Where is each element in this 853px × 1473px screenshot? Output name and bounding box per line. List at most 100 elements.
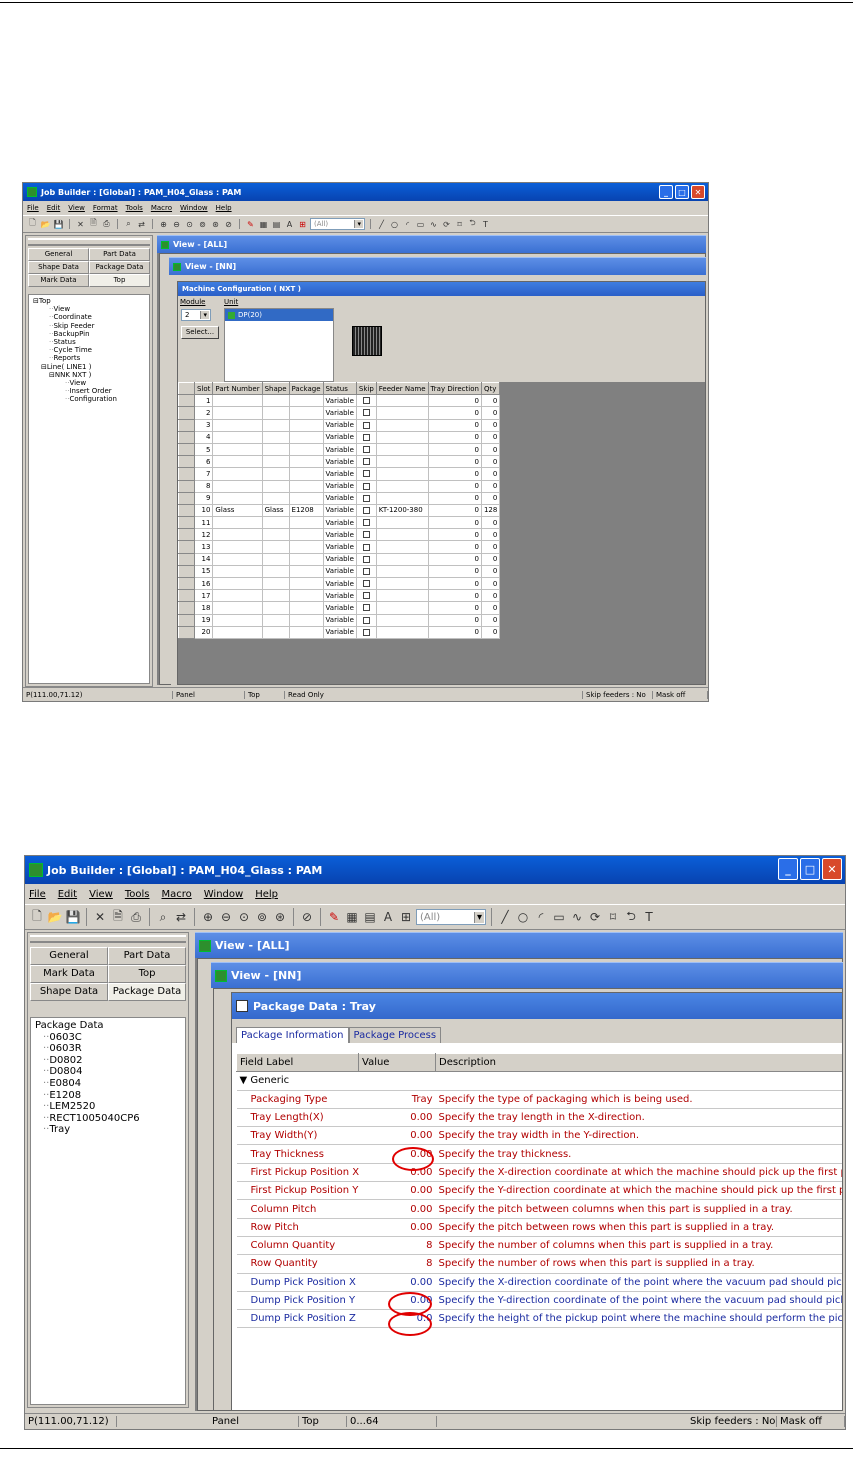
row-header[interactable] bbox=[178, 540, 195, 554]
column-header-feeder-name[interactable]: Feeder Name bbox=[375, 381, 429, 396]
skip-cell[interactable] bbox=[355, 491, 377, 505]
skip-checkbox[interactable] bbox=[362, 470, 370, 478]
qty-cell[interactable]: 0 bbox=[480, 418, 501, 432]
column-header-qty[interactable]: Qty bbox=[480, 381, 501, 396]
zoom-window-icon[interactable]: ⊚ bbox=[197, 218, 208, 230]
skip-checkbox[interactable] bbox=[362, 421, 370, 429]
row-header[interactable] bbox=[178, 589, 195, 603]
skip-cell[interactable] bbox=[355, 516, 377, 530]
package-cell[interactable] bbox=[288, 564, 324, 579]
feeder-name-cell[interactable] bbox=[375, 613, 429, 627]
value-cell[interactable]: 0.00 bbox=[358, 1108, 436, 1128]
shape-cell[interactable] bbox=[261, 479, 290, 493]
skip-checkbox[interactable] bbox=[362, 446, 370, 454]
frame-tool-icon[interactable]: ⌑ bbox=[454, 218, 465, 230]
qty-cell[interactable]: 0 bbox=[480, 467, 501, 481]
tree-node[interactable]: ··0603C bbox=[33, 1032, 183, 1044]
text-tool-icon[interactable]: T bbox=[480, 218, 491, 230]
skip-checkbox[interactable] bbox=[362, 409, 370, 417]
new-file-icon[interactable]: 🗋 bbox=[27, 218, 38, 230]
row-header[interactable] bbox=[178, 418, 195, 432]
part-number-cell[interactable] bbox=[212, 625, 263, 639]
menu-window[interactable]: Window bbox=[180, 204, 208, 212]
tray-direction-cell[interactable]: 0 bbox=[427, 406, 482, 420]
status-cell[interactable]: Variable bbox=[322, 491, 357, 505]
tab-general[interactable]: General bbox=[30, 947, 108, 965]
curve-tool-icon[interactable]: ∿ bbox=[569, 908, 585, 926]
package-cell[interactable] bbox=[288, 394, 324, 408]
table-row[interactable]: 5 Variable 0 0 bbox=[178, 442, 501, 457]
table-row[interactable]: 18 Variable 0 0 bbox=[178, 601, 501, 615]
tree-node[interactable]: ··Reports bbox=[31, 354, 147, 362]
skip-checkbox[interactable] bbox=[362, 433, 370, 441]
frame-tool-icon[interactable]: ⌑ bbox=[605, 908, 621, 926]
unit-list[interactable]: DP(20) bbox=[224, 308, 334, 382]
tree-node[interactable]: ··Skip Feeder bbox=[31, 322, 147, 330]
delete-icon[interactable]: ✕ bbox=[75, 218, 86, 230]
row-header[interactable] bbox=[178, 625, 195, 639]
shape-cell[interactable] bbox=[261, 528, 290, 542]
tree-node[interactable]: ⊟Line( LINE1 ) bbox=[31, 363, 147, 371]
tab-mark-data[interactable]: Mark Data bbox=[30, 965, 108, 983]
part-number-cell[interactable] bbox=[212, 467, 263, 481]
table-row[interactable]: Row Pitch 0.00 Specify the pitch between r… bbox=[236, 1218, 842, 1237]
package-cell[interactable] bbox=[288, 442, 324, 457]
slot-cell[interactable]: 20 bbox=[193, 625, 214, 639]
menu-format[interactable]: Format bbox=[93, 204, 118, 212]
minimize-icon[interactable]: _ bbox=[778, 858, 798, 880]
status-cell[interactable]: Variable bbox=[322, 516, 357, 530]
table-row[interactable]: 7 Variable 0 0 bbox=[178, 467, 501, 481]
table-row[interactable]: 8 Variable 0 0 bbox=[178, 479, 501, 493]
table-row[interactable]: First Pickup Position X 0.00 Specify the X… bbox=[236, 1163, 842, 1183]
status-cell[interactable]: Variable bbox=[322, 601, 357, 615]
row-header[interactable] bbox=[178, 406, 195, 420]
part-number-cell[interactable] bbox=[212, 613, 263, 627]
slot-cell[interactable]: 16 bbox=[193, 576, 214, 591]
tree-node[interactable]: ··LEM2520 bbox=[33, 1101, 183, 1113]
shape-cell[interactable] bbox=[261, 418, 290, 432]
rectangle-tool-icon[interactable]: ▭ bbox=[415, 218, 426, 230]
line-tool-icon[interactable]: ╱ bbox=[497, 908, 513, 926]
skip-checkbox[interactable] bbox=[362, 628, 370, 636]
table-row[interactable]: 13 Variable 0 0 bbox=[178, 540, 501, 554]
tray-direction-cell[interactable]: 0 bbox=[427, 442, 482, 457]
qty-cell[interactable]: 0 bbox=[480, 540, 501, 554]
tab-top[interactable]: Top bbox=[89, 274, 150, 287]
part-number-cell[interactable] bbox=[212, 394, 263, 408]
column-header-description[interactable]: Description bbox=[435, 1053, 842, 1073]
column-header-skip[interactable]: Skip bbox=[355, 381, 377, 396]
skip-checkbox[interactable] bbox=[362, 580, 370, 588]
package-data-titlebar[interactable]: Package Data : Tray bbox=[232, 993, 842, 1019]
table-row[interactable]: 9 Variable 0 0 bbox=[178, 491, 501, 505]
shape-cell[interactable] bbox=[261, 625, 290, 639]
row-header[interactable] bbox=[178, 394, 195, 408]
tray-direction-cell[interactable]: 0 bbox=[427, 576, 482, 591]
layer-filter-select[interactable]: (All) ▾ bbox=[310, 218, 365, 230]
tree-node[interactable]: ··View bbox=[31, 379, 147, 387]
slot-cell[interactable]: 12 bbox=[193, 528, 214, 542]
rotate-tool-icon[interactable]: ⟳ bbox=[587, 908, 603, 926]
feeder-name-cell[interactable] bbox=[375, 430, 429, 444]
maximize-icon[interactable]: □ bbox=[800, 858, 820, 880]
tray-direction-cell[interactable]: 0 bbox=[427, 552, 482, 566]
tray-direction-cell[interactable]: 0 bbox=[427, 503, 482, 518]
zoom-window-icon[interactable]: ⊚ bbox=[254, 908, 270, 926]
status-cell[interactable]: Variable bbox=[322, 442, 357, 457]
tray-direction-cell[interactable]: 0 bbox=[427, 430, 482, 444]
module-select[interactable]: 2 ▾ bbox=[181, 309, 211, 321]
pin-icon[interactable]: ✎ bbox=[245, 218, 256, 230]
table-row[interactable]: Packaging Type Tray Specify the type of pa… bbox=[236, 1090, 842, 1109]
part-number-cell[interactable] bbox=[212, 552, 263, 566]
slot-cell[interactable]: 11 bbox=[193, 516, 214, 530]
shape-cell[interactable] bbox=[261, 589, 290, 603]
slot-cell[interactable]: 5 bbox=[193, 442, 214, 457]
tree-node[interactable]: Package Data bbox=[33, 1020, 183, 1032]
table-row[interactable]: 12 Variable 0 0 bbox=[178, 528, 501, 542]
tray-direction-cell[interactable]: 0 bbox=[427, 528, 482, 542]
tray-direction-cell[interactable]: 0 bbox=[427, 564, 482, 579]
arc-tool-icon[interactable]: ◜ bbox=[533, 908, 549, 926]
qty-cell[interactable]: 0 bbox=[480, 394, 501, 408]
skip-cell[interactable] bbox=[355, 503, 377, 518]
tree-node[interactable]: ··Tray bbox=[33, 1124, 183, 1136]
skip-cell[interactable] bbox=[355, 479, 377, 493]
